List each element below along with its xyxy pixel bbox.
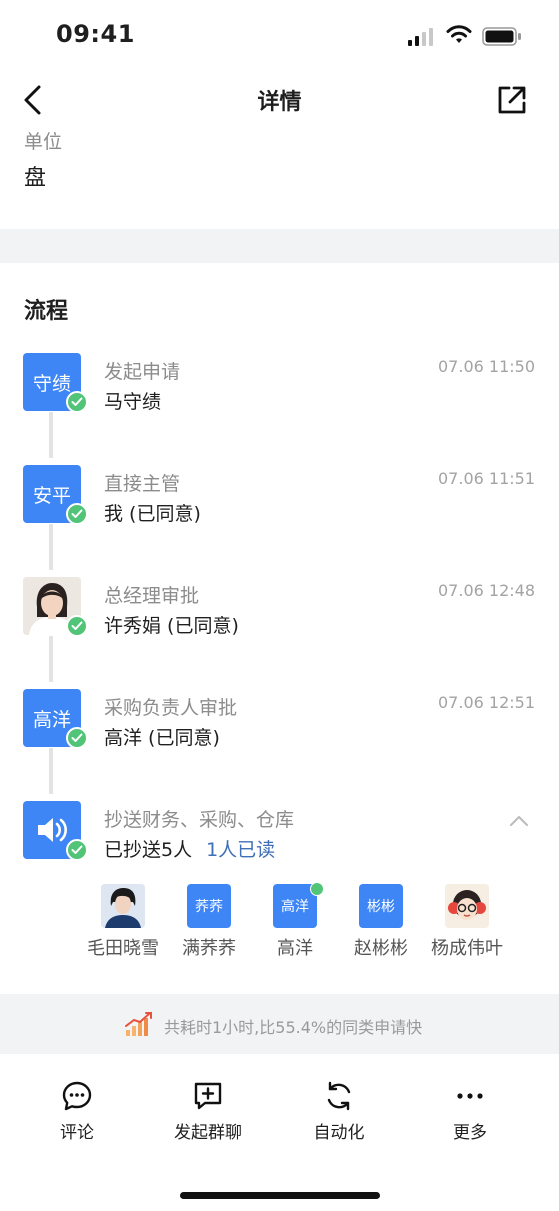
- check-icon: [66, 839, 88, 861]
- trend-chart-icon: [125, 1012, 152, 1036]
- group-chat-icon: [194, 1082, 222, 1110]
- nav-bar: 详情: [0, 70, 559, 130]
- step-time: 07.06 11:51: [438, 469, 535, 488]
- chevron-up-icon[interactable]: [509, 815, 529, 827]
- step-title: 直接主管: [104, 473, 181, 495]
- tab-label: 评论: [60, 1123, 94, 1143]
- step-assignee: 我 (已同意): [104, 503, 201, 525]
- check-icon: [66, 615, 88, 637]
- unit-label: 单位: [24, 131, 63, 153]
- tab-label: 自动化: [313, 1123, 365, 1143]
- more-icon: [457, 1093, 483, 1099]
- step-title: 抄送财务、采购、仓库: [104, 809, 295, 831]
- summary-bar: 共耗时1小时,比55.4%的同类申请快: [0, 994, 559, 1054]
- automation-button[interactable]: 自动化: [279, 1080, 399, 1150]
- flow-step: 总经理审批 许秀娟 (已同意) 07.06 12:48: [0, 577, 559, 657]
- cc-name: 赵彬彬: [354, 938, 408, 959]
- page-title: 详情: [257, 90, 302, 115]
- cc-list: 毛田晓雪 荞荞 满荞荞 高洋 高洋 彬彬 赵彬彬 杨成伟叶: [80, 882, 520, 964]
- flow-step: 守绩 发起申请 马守绩 07.06 11:50: [0, 353, 559, 433]
- more-button[interactable]: 更多: [410, 1080, 530, 1150]
- avatar: 荞荞: [187, 884, 231, 928]
- step-title: 发起申请: [104, 361, 181, 383]
- wifi-icon: [446, 25, 472, 43]
- flow-step: 高洋 采购负责人审批 高洋 (已同意) 07.06 12:51: [0, 689, 559, 769]
- cc-count: 已抄送5人: [104, 839, 193, 861]
- cc-person[interactable]: 杨成伟叶: [424, 884, 510, 964]
- step-time: 07.06 12:48: [438, 581, 535, 600]
- section-divider: [0, 229, 559, 263]
- step-title: 采购负责人审批: [104, 697, 238, 719]
- cc-person[interactable]: 彬彬 赵彬彬: [338, 884, 424, 964]
- status-time: 09:41: [56, 20, 135, 48]
- cc-person[interactable]: 高洋 高洋: [252, 882, 338, 964]
- comment-button[interactable]: 评论: [17, 1080, 137, 1150]
- check-icon: [66, 391, 88, 413]
- tab-label: 发起群聊: [174, 1123, 242, 1143]
- cc-person[interactable]: 荞荞 满荞荞: [166, 884, 252, 964]
- automation-icon: [327, 1081, 351, 1111]
- read-status-link[interactable]: 1人已读: [206, 839, 275, 861]
- avatar: 彬彬: [359, 884, 403, 928]
- cc-name: 杨成伟叶: [431, 938, 503, 959]
- status-bar: 09:41: [0, 0, 559, 70]
- flow-step: 安平 直接主管 我 (已同意) 07.06 11:51: [0, 465, 559, 545]
- unit-value: 盘: [24, 166, 47, 191]
- battery-icon: [482, 27, 521, 46]
- group-chat-button[interactable]: 发起群聊: [148, 1080, 268, 1150]
- check-icon: [66, 727, 88, 749]
- step-cc-summary: 已抄送5人 1人已读: [104, 835, 275, 862]
- cc-name: 高洋: [277, 938, 313, 959]
- avatar: [101, 884, 145, 928]
- bottom-action-bar: 评论 发起群聊 自动化 更多: [0, 1054, 559, 1164]
- signal-icon: [408, 28, 433, 46]
- step-time: 07.06 12:51: [438, 693, 535, 712]
- step-title: 总经理审批: [104, 585, 200, 607]
- flow-title: 流程: [24, 299, 69, 324]
- cc-name: 满荞荞: [182, 938, 236, 959]
- summary-text: 共耗时1小时,比55.4%的同类申请快: [164, 1018, 423, 1037]
- step-assignee: 许秀娟 (已同意): [104, 615, 239, 637]
- step-assignee: 马守绩: [104, 391, 162, 413]
- cc-name: 毛田晓雪: [87, 938, 159, 959]
- avatar: [445, 884, 489, 928]
- tab-label: 更多: [453, 1123, 487, 1143]
- check-icon: [66, 503, 88, 525]
- step-assignee: 高洋 (已同意): [104, 727, 220, 749]
- share-icon[interactable]: [494, 82, 530, 118]
- speaker-icon: [38, 818, 67, 842]
- read-check-icon: [310, 882, 324, 896]
- step-time: 07.06 11:50: [438, 357, 535, 376]
- flow-step-cc: 抄送财务、采购、仓库 已抄送5人 1人已读: [0, 801, 559, 881]
- cc-person[interactable]: 毛田晓雪: [80, 884, 166, 964]
- home-indicator[interactable]: [180, 1192, 380, 1199]
- comment-icon: [62, 1081, 92, 1111]
